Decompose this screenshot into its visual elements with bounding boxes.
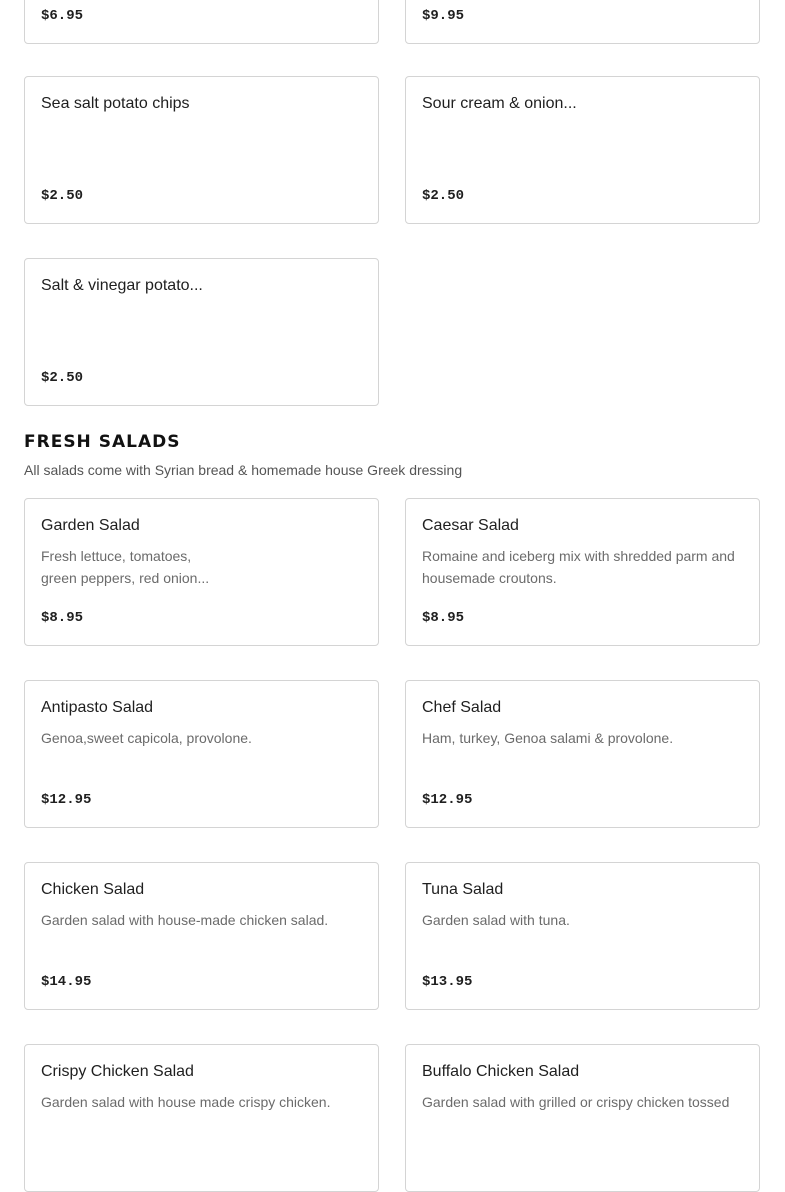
menu-item-card[interactable]: $9.95: [405, 0, 760, 44]
section-title: FRESH SALADS: [24, 432, 181, 452]
item-price: $8.95: [41, 610, 84, 626]
item-description: Garden salad with tuna.: [422, 909, 745, 931]
item-description-line: Garden salad with tuna.: [422, 912, 570, 928]
item-price: $2.50: [422, 188, 465, 204]
item-name: Crispy Chicken Salad: [41, 1063, 194, 1080]
item-name: Caesar Salad: [422, 517, 519, 534]
item-description: Fresh lettuce, tomatoes, green peppers, …: [41, 545, 364, 589]
item-name: Sea salt potato chips: [41, 95, 190, 112]
item-description-line: Garden salad with grilled or crispy chic…: [422, 1094, 730, 1110]
item-name: Salt & vinegar potato...: [41, 277, 203, 294]
menu-item-card[interactable]: $6.95: [24, 0, 379, 44]
item-description-line: Genoa,sweet capicola, provolone.: [41, 730, 252, 746]
item-description: Ham, turkey, Genoa salami & provolone.: [422, 727, 745, 749]
menu-item-card[interactable]: Salt & vinegar potato... $2.50: [24, 258, 379, 406]
item-price: $8.95: [422, 610, 465, 626]
item-description-line: housemade croutons.: [422, 570, 557, 586]
menu-item-card[interactable]: Garden Salad Fresh lettuce, tomatoes, gr…: [24, 498, 379, 646]
item-description: Garden salad with house-made chicken sal…: [41, 909, 364, 931]
item-price: $12.95: [422, 792, 473, 808]
item-description: Garden salad with grilled or crispy chic…: [422, 1091, 745, 1113]
menu-item-card[interactable]: Chef Salad Ham, turkey, Genoa salami & p…: [405, 680, 760, 828]
item-name: Chef Salad: [422, 699, 502, 716]
item-description-line: Ham, turkey, Genoa salami & provolone.: [422, 730, 674, 746]
item-price: $9.95: [422, 8, 465, 24]
item-price: $6.95: [41, 8, 84, 24]
item-name: Buffalo Chicken Salad: [422, 1063, 580, 1080]
item-price: $14.95: [41, 974, 92, 990]
item-price: $2.50: [41, 370, 84, 386]
item-description-line: green peppers, red onion...: [41, 570, 210, 586]
menu-item-card[interactable]: Crispy Chicken Salad Garden salad with h…: [24, 1044, 379, 1192]
item-price: $12.95: [41, 792, 92, 808]
menu-item-card[interactable]: Sour cream & onion... $2.50: [405, 76, 760, 224]
section-subtitle: All salads come with Syrian bread & home…: [24, 462, 463, 478]
item-description: Romaine and iceberg mix with shredded pa…: [422, 545, 745, 589]
menu-item-card[interactable]: Sea salt potato chips $2.50: [24, 76, 379, 224]
item-price: $13.95: [422, 974, 473, 990]
item-description: Genoa,sweet capicola, provolone.: [41, 727, 364, 749]
item-description-line: Garden salad with house-made chicken sal…: [41, 912, 329, 928]
menu-item-card[interactable]: Chicken Salad Garden salad with house-ma…: [24, 862, 379, 1010]
item-description-line: Garden salad with house made crispy chic…: [41, 1094, 331, 1110]
item-name: Chicken Salad: [41, 881, 145, 898]
item-description-line: Romaine and iceberg mix with shredded pa…: [422, 548, 735, 564]
menu-item-card[interactable]: Caesar Salad Romaine and iceberg mix wit…: [405, 498, 760, 646]
item-price: $2.50: [41, 188, 84, 204]
menu-item-card[interactable]: Buffalo Chicken Salad Garden salad with …: [405, 1044, 760, 1192]
item-name: Antipasto Salad: [41, 699, 154, 716]
menu-item-card[interactable]: Tuna Salad Garden salad with tuna. $13.9…: [405, 862, 760, 1010]
menu-item-card[interactable]: Antipasto Salad Genoa,sweet capicola, pr…: [24, 680, 379, 828]
item-name: Garden Salad: [41, 517, 140, 534]
item-name: Tuna Salad: [422, 881, 504, 898]
item-description: Garden salad with house made crispy chic…: [41, 1091, 364, 1113]
item-name: Sour cream & onion...: [422, 95, 577, 112]
item-description-line: Fresh lettuce, tomatoes,: [41, 548, 192, 564]
